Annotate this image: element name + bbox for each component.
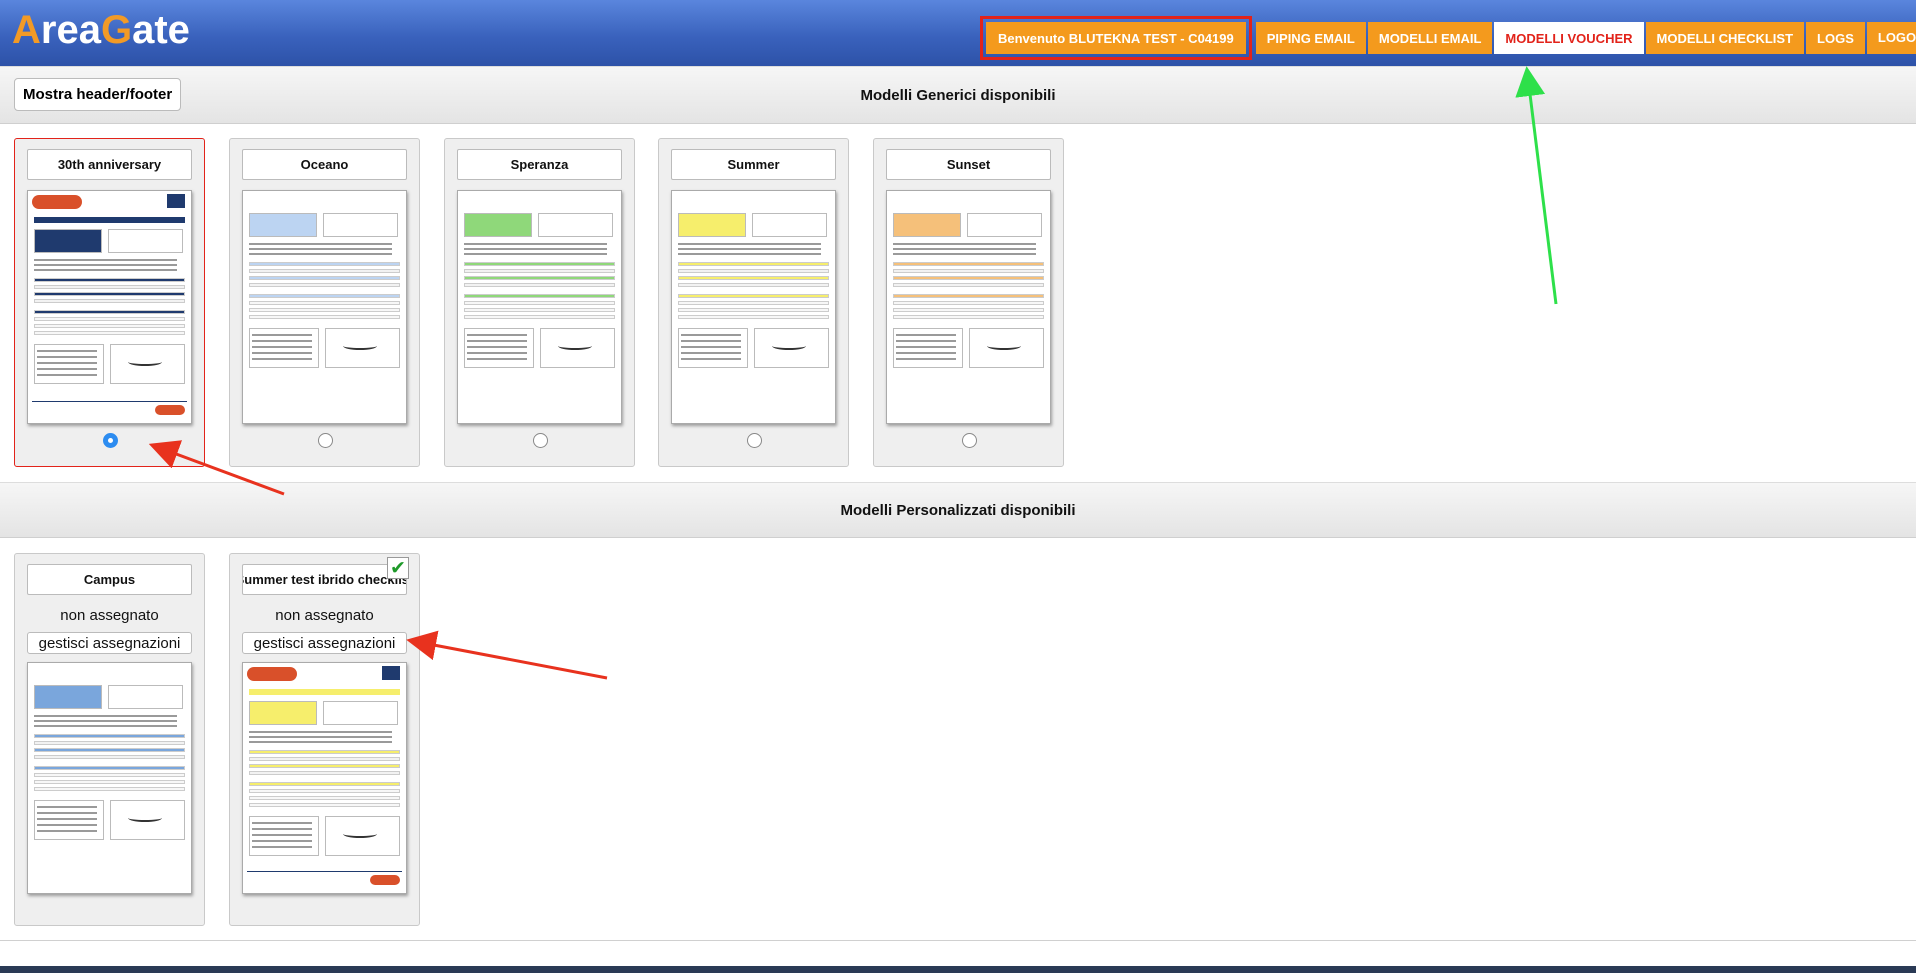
green-arrow bbox=[1515, 66, 1558, 305]
annotation-arrows bbox=[148, 66, 1558, 680]
red-arrow-selected bbox=[148, 440, 285, 496]
red-arrow-assign bbox=[406, 630, 608, 680]
